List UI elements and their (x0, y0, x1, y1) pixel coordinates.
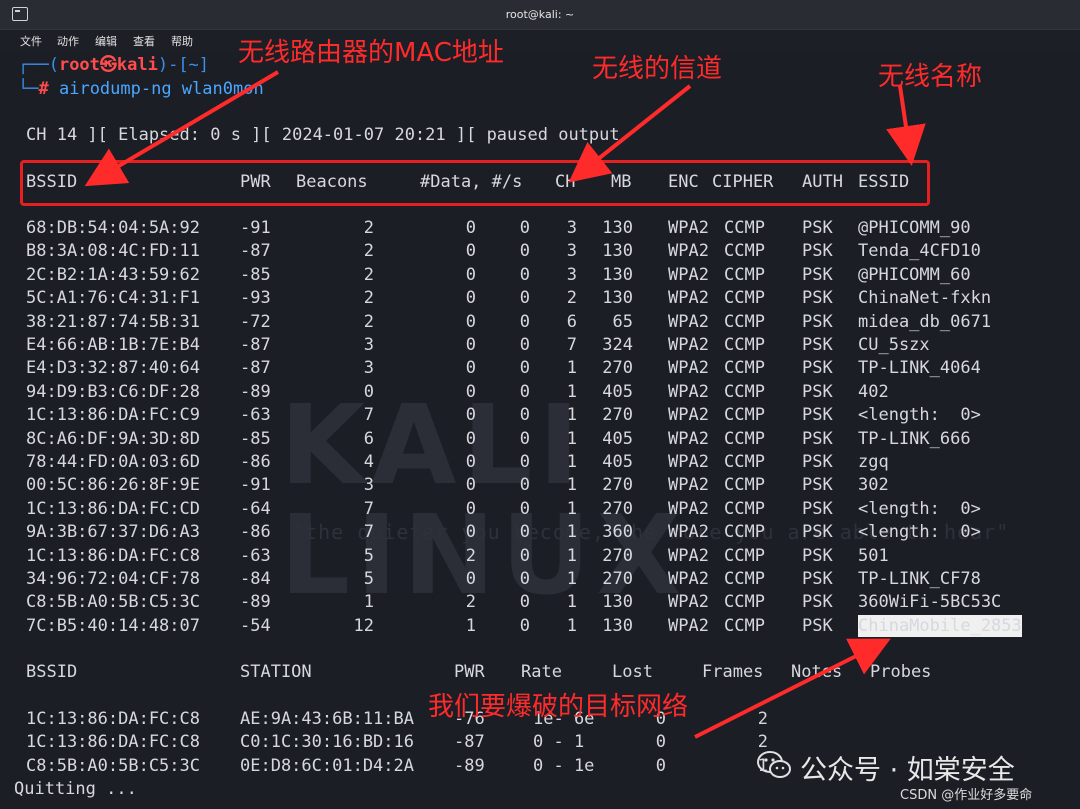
arrow-target (694, 638, 891, 739)
annotation-mac: 无线路由器的MAC地址 (238, 38, 504, 68)
annotation-target: 我们要爆破的目标网络 (428, 692, 689, 722)
arrow-mac (84, 70, 280, 187)
csdn-credit: CSDN @作业好多要命 (900, 788, 1033, 803)
arrow-channel (568, 84, 692, 183)
annotation-essid: 无线名称 (878, 62, 983, 92)
annotation-channel: 无线的信道 (592, 54, 723, 84)
wechat-icon (757, 751, 791, 778)
arrow-essid (886, 85, 926, 166)
wechat-account: 公众号 · 如棠安全 (800, 755, 1015, 786)
